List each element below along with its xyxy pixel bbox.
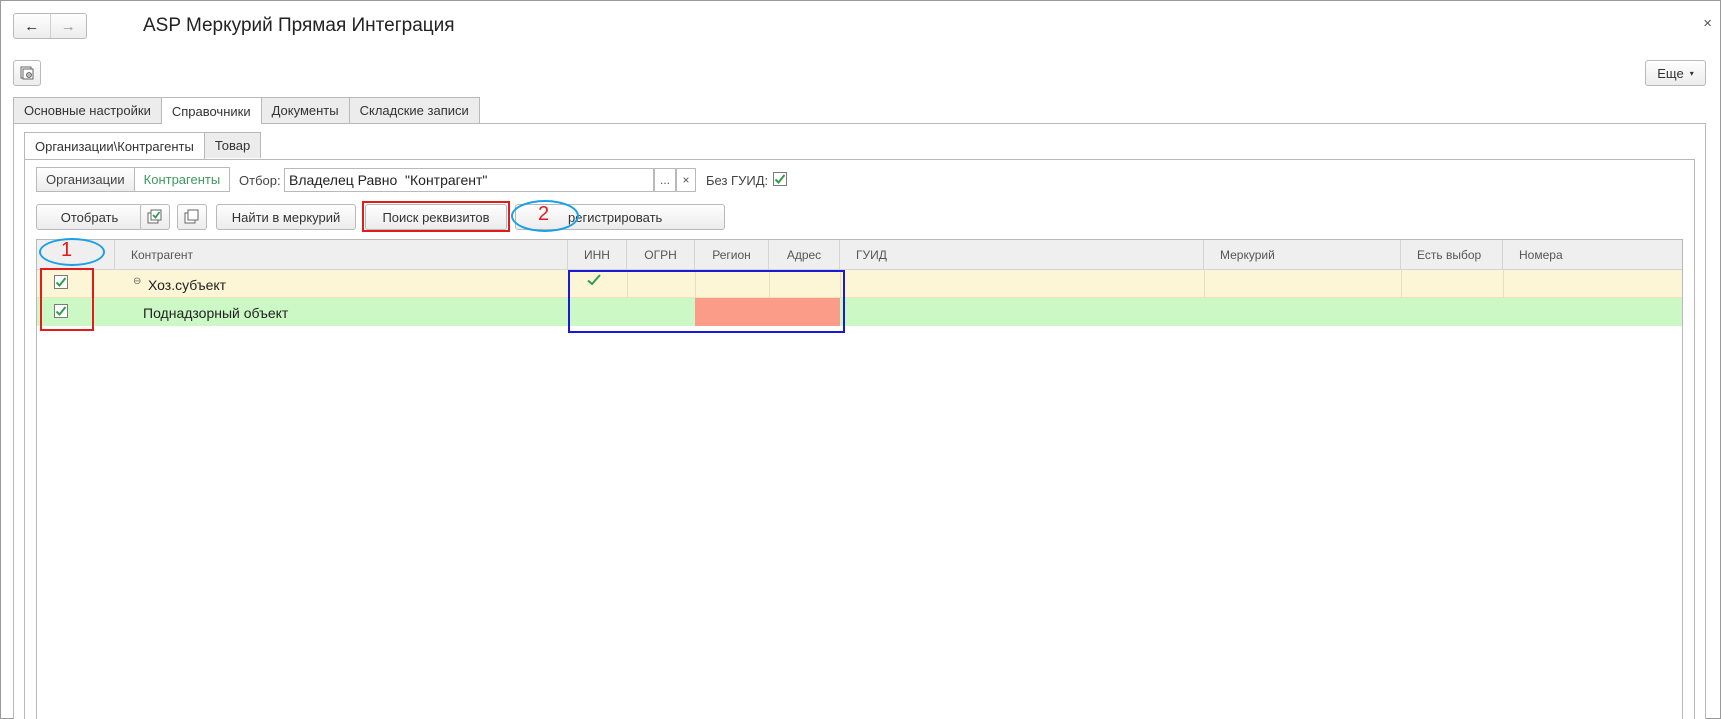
back-button[interactable]: ← xyxy=(14,14,50,38)
nav-group: ← → xyxy=(13,13,87,39)
close-icon[interactable]: × xyxy=(1703,15,1712,32)
check-all-button[interactable] xyxy=(140,204,170,230)
arrow-right-icon: → xyxy=(60,17,76,35)
tab-goods[interactable]: Товар xyxy=(203,132,262,158)
sub-tabs: Организации\Контрагенты Товар xyxy=(24,132,262,159)
row-name: Хоз.субъект xyxy=(148,277,227,293)
header-region[interactable]: Регион xyxy=(695,240,769,270)
app-window: ← → ASP Меркурий Прямая Интеграция × Еще… xyxy=(0,0,1721,719)
no-guid-checkbox[interactable] xyxy=(773,172,787,186)
table-row[interactable] xyxy=(37,270,1682,298)
register-label: регистрировать xyxy=(568,209,663,225)
header-guid[interactable]: ГУИД xyxy=(840,240,1204,270)
header-inn[interactable]: ИНН xyxy=(568,240,627,270)
column-divider xyxy=(1503,270,1504,298)
chevron-down-icon: ▾ xyxy=(1689,68,1694,78)
uncheck-all-button[interactable] xyxy=(177,204,207,230)
no-guid-label: Без ГУИД: xyxy=(706,173,769,188)
tab-documents[interactable]: Документы xyxy=(260,97,350,123)
annotation-number-2: 2 xyxy=(538,203,550,225)
settings-icon xyxy=(20,66,34,80)
tab-warehouse-records[interactable]: Складские записи xyxy=(348,97,480,123)
more-label: Еще xyxy=(1657,65,1684,81)
row-name: Поднадзорный объект xyxy=(143,305,289,321)
organizations-toggle[interactable]: Организации xyxy=(36,167,135,192)
annotation-fields-highlight xyxy=(568,270,845,333)
more-button[interactable]: Еще ▾ xyxy=(1645,60,1706,86)
annotation-checkbox-highlight xyxy=(40,268,94,331)
header-numbers[interactable]: Номера xyxy=(1503,240,1682,270)
column-divider xyxy=(1204,270,1205,298)
filter-choose-button[interactable]: ... xyxy=(654,168,676,192)
main-tabs: Основные настройки Справочники Документы… xyxy=(13,97,480,124)
tab-directories[interactable]: Справочники xyxy=(160,97,262,124)
tab-basic-settings[interactable]: Основные настройки xyxy=(13,97,162,123)
header-address[interactable]: Адрес xyxy=(769,240,840,270)
header-has-choice[interactable]: Есть выбор xyxy=(1401,240,1503,270)
find-mercury-button[interactable]: Найти в меркурий xyxy=(216,204,356,230)
collapse-icon[interactable]: ⊖ xyxy=(133,276,141,287)
select-label: Отобрать xyxy=(60,209,119,225)
filter-input[interactable]: Владелец Равно "Контрагент" xyxy=(284,168,654,192)
filter-label: Отбор: xyxy=(239,173,281,188)
column-divider xyxy=(1401,270,1402,298)
settings-button[interactable] xyxy=(13,60,41,86)
annotation-number-1: 1 xyxy=(61,239,73,261)
forward-button[interactable]: → xyxy=(49,14,87,38)
arrow-left-icon: ← xyxy=(24,17,40,35)
header-mercury[interactable]: Меркурий xyxy=(1204,240,1401,270)
filter-clear-button[interactable]: × xyxy=(676,168,696,192)
check-all-icon xyxy=(147,209,162,224)
header-ogrn[interactable]: ОГРН xyxy=(627,240,695,270)
counterparties-toggle[interactable]: Контрагенты xyxy=(133,167,231,192)
select-button[interactable]: Отобрать xyxy=(36,204,143,230)
uncheck-all-icon xyxy=(184,209,199,224)
checkmark-icon xyxy=(774,174,786,184)
annotation-search-highlight xyxy=(362,201,510,232)
entity-switch: Организации Контрагенты xyxy=(36,167,231,192)
tab-organizations-counterparties[interactable]: Организации\Контрагенты xyxy=(24,132,205,159)
header-counterparty[interactable]: Контрагент xyxy=(115,240,568,270)
find-mercury-label: Найти в меркурий xyxy=(231,209,341,225)
window-title: ASP Меркурий Прямая Интеграция xyxy=(143,15,455,36)
